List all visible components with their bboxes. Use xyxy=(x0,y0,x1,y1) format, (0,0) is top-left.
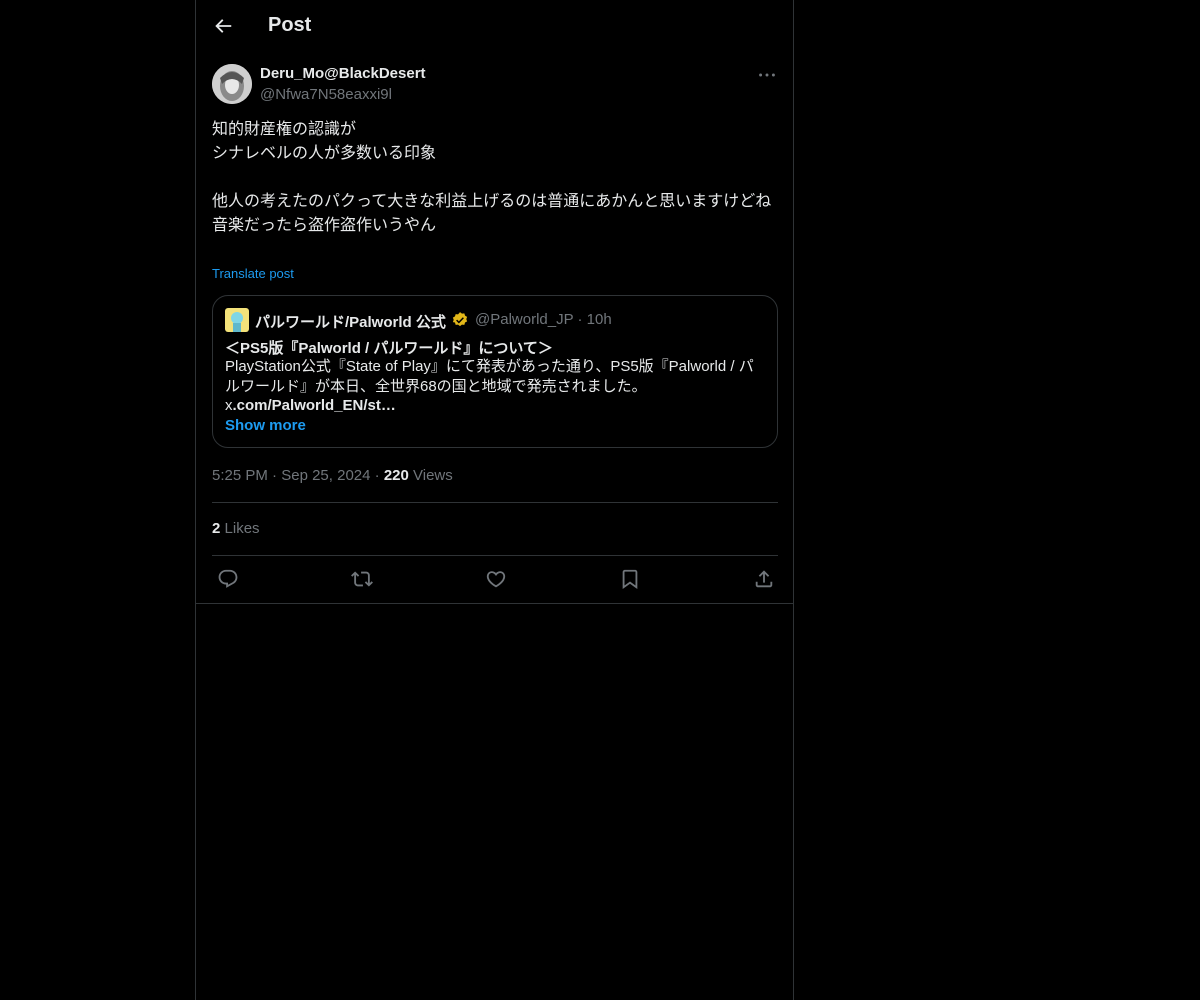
arrow-left-icon[interactable] xyxy=(212,15,234,37)
share-icon[interactable] xyxy=(753,568,775,590)
meta-separator: · xyxy=(374,467,384,484)
post-author: Deru_Mo@BlackDesert @Nfwa7N58eaxxi9l xyxy=(212,64,778,108)
verified-badge-icon xyxy=(452,312,468,327)
quoted-age: 10h xyxy=(586,311,612,328)
show-more-link[interactable]: Show more xyxy=(225,417,306,434)
post-time[interactable]: 5:25 PM xyxy=(212,467,268,484)
views-count: 220 xyxy=(383,467,409,484)
avatar[interactable] xyxy=(212,64,252,104)
divider xyxy=(212,555,778,556)
quoted-link-row: x.com/Palworld_EN/st… xyxy=(225,397,396,414)
quoted-link[interactable]: .com/Palworld_EN/st… xyxy=(233,397,396,414)
author-handle[interactable]: @Nfwa7N58eaxxi9l xyxy=(260,86,392,103)
quoted-post[interactable]: パルワールド/Palworld 公式 @Palworld_JP · 10h ＜P… xyxy=(212,295,778,448)
bookmark-icon[interactable] xyxy=(619,568,641,590)
repost-icon[interactable] xyxy=(351,568,373,590)
author-display-name[interactable]: Deru_Mo@BlackDesert xyxy=(260,65,426,82)
meta-separator: · xyxy=(272,467,282,484)
more-horizontal-icon[interactable] xyxy=(756,64,778,86)
translate-post-link[interactable]: Translate post xyxy=(212,266,294,281)
quoted-link-prefix: x xyxy=(225,397,233,414)
post-text: 知的財産権の認識が シナレベルの人が多数いる印象 他人の考えたのパクって大きな利… xyxy=(212,121,772,234)
heart-icon[interactable] xyxy=(485,568,507,590)
quoted-display-name: パルワールド/Palworld 公式 xyxy=(255,314,446,331)
quoted-avatar xyxy=(225,308,249,332)
quoted-meta: @Palworld_JP · 10h xyxy=(475,311,612,328)
reply-icon[interactable] xyxy=(217,568,239,590)
likes-count: 2 xyxy=(212,520,221,537)
quoted-handle: @Palworld_JP xyxy=(475,311,574,328)
top-header: Post xyxy=(196,0,793,54)
page-title: Post xyxy=(268,14,312,36)
likes-summary[interactable]: 2 Likes xyxy=(212,520,260,537)
divider xyxy=(196,603,793,604)
divider xyxy=(212,502,778,503)
post-date[interactable]: Sep 25, 2024 xyxy=(281,467,370,484)
quoted-title: ＜PS5版『Palworld / パルワールド』について＞ xyxy=(225,340,553,357)
likes-label: Likes xyxy=(224,520,260,537)
post-column: Post Deru_Mo@BlackDesert @Nfwa7N58eaxxi9… xyxy=(195,0,794,1000)
quoted-text: PlayStation公式『State of Play』にて発表があった通り、P… xyxy=(225,358,754,395)
meta-separator: · xyxy=(577,311,587,328)
post-meta: 5:25 PM · Sep 25, 2024 · 220 Views xyxy=(212,467,453,484)
views-label: Views xyxy=(413,467,453,484)
avatar-image xyxy=(212,64,252,104)
